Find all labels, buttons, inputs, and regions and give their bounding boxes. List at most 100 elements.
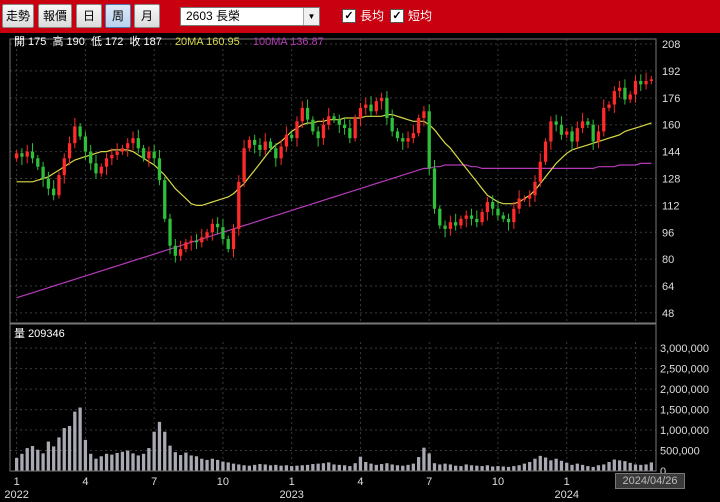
candle-up xyxy=(575,121,579,149)
volume-bar xyxy=(390,464,394,471)
volume-bar xyxy=(332,464,336,471)
long-ma-checkbox[interactable]: ✓ xyxy=(342,9,356,23)
chevron-down-icon[interactable]: ▼ xyxy=(303,8,319,25)
candle-up xyxy=(147,146,151,167)
candle-down xyxy=(432,159,437,214)
volume-bar xyxy=(242,465,246,471)
candle-body xyxy=(152,151,156,159)
candle-body xyxy=(395,131,400,139)
ma100-path xyxy=(16,162,652,299)
volume-bar xyxy=(485,465,490,471)
monthly-button[interactable]: 月 xyxy=(134,4,160,28)
candle-body xyxy=(623,87,627,100)
volume-bar xyxy=(136,455,140,471)
trend-button[interactable]: 走勢 xyxy=(2,4,34,28)
candle-down xyxy=(163,176,167,223)
volume-bar xyxy=(401,465,405,471)
volume-bar xyxy=(30,446,35,471)
price-tick-label: 48 xyxy=(662,308,674,320)
volume-bar xyxy=(422,447,426,471)
candle-up xyxy=(459,215,463,229)
candle-body xyxy=(242,148,246,182)
volume-bar xyxy=(501,466,505,471)
candle-up xyxy=(67,136,72,166)
candle-up xyxy=(512,202,516,229)
weekly-button[interactable]: 周 xyxy=(105,4,131,28)
stock-select[interactable]: 2603 長榮 ▼ xyxy=(180,7,320,26)
candle-up xyxy=(533,175,537,203)
volume-bar xyxy=(464,464,468,471)
candle-down xyxy=(194,233,199,250)
volume-bar xyxy=(475,465,479,471)
volume-bar xyxy=(99,456,103,471)
price-tick-label: 144 xyxy=(662,147,680,159)
volume-bar xyxy=(215,459,220,471)
volume-bar xyxy=(205,459,209,471)
volume-bar xyxy=(528,461,532,471)
candle-body xyxy=(131,138,135,144)
candle-body xyxy=(258,144,262,150)
candle-body xyxy=(580,121,585,129)
volume-bar xyxy=(538,455,542,471)
volume-bar xyxy=(247,465,252,471)
volume-bar xyxy=(406,464,410,471)
candle-up xyxy=(580,112,585,134)
candle-body xyxy=(141,148,146,159)
candle-up xyxy=(99,163,103,177)
time-tick-label: 1 xyxy=(289,476,295,488)
candle-down xyxy=(438,205,442,229)
volume-bar xyxy=(644,464,648,471)
candle-body xyxy=(279,146,283,159)
volume-bar xyxy=(395,465,400,471)
candle-body xyxy=(416,117,421,134)
volume-bar xyxy=(263,464,267,471)
candle-up xyxy=(411,124,415,144)
volume-bar xyxy=(41,453,45,471)
candle-up xyxy=(184,238,188,253)
candle-body xyxy=(459,218,463,226)
volume-bar xyxy=(157,421,162,471)
volume-bar xyxy=(290,466,294,471)
candle-body xyxy=(512,208,516,223)
volume-bar xyxy=(52,446,56,471)
daily-button[interactable]: 日 xyxy=(76,4,102,28)
candle-body xyxy=(401,138,405,142)
volume-bar xyxy=(321,463,326,471)
candle-body xyxy=(369,104,373,112)
short-ma-checkbox[interactable]: ✓ xyxy=(390,9,404,23)
quote-button[interactable]: 報價 xyxy=(38,4,72,28)
volume-bar xyxy=(565,462,569,471)
candle-down xyxy=(390,109,394,137)
volume-bar xyxy=(570,464,574,471)
candle-body xyxy=(443,225,447,229)
candle-body xyxy=(364,104,368,108)
candle-body xyxy=(411,133,415,139)
candle-body xyxy=(78,126,82,137)
candle-up xyxy=(25,144,29,164)
volume-bar xyxy=(253,464,257,471)
candle-body xyxy=(617,87,622,92)
candle-down xyxy=(337,114,341,134)
stock-select-value: 2603 長榮 xyxy=(186,9,241,23)
candle-down xyxy=(427,104,431,176)
candle-up xyxy=(321,117,326,145)
candle-down xyxy=(369,96,373,117)
volume-bar xyxy=(104,453,109,471)
volume-tick-label: 2,000,000 xyxy=(660,384,709,396)
candle-body xyxy=(253,139,257,145)
candle-up xyxy=(602,99,606,137)
candle-down xyxy=(316,126,320,147)
candle-body xyxy=(602,107,606,132)
time-tick-label: 1 xyxy=(564,476,570,488)
ma100-value: 100MA 136.87 xyxy=(252,36,324,48)
candle-body xyxy=(596,131,601,142)
volume-bar xyxy=(612,459,616,471)
candle-body xyxy=(231,228,236,250)
volume-bar xyxy=(131,453,135,471)
volume-bar xyxy=(221,461,225,471)
candle-body xyxy=(464,215,468,219)
short-ma-label: 短均 xyxy=(408,9,433,23)
candle-down xyxy=(623,79,627,105)
candle-down xyxy=(46,171,51,196)
candle-down xyxy=(311,116,315,135)
